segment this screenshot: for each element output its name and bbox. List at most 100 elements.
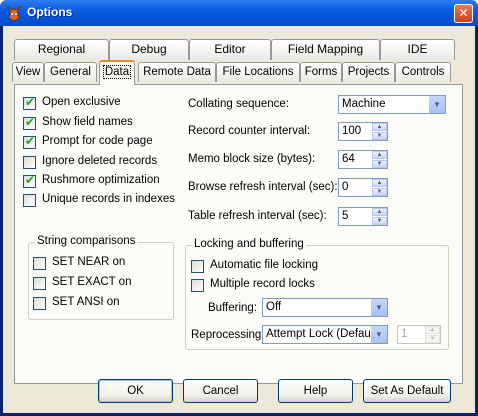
spin-down-icon[interactable]: ▼ <box>372 160 387 168</box>
close-button[interactable]: ✕ <box>454 4 473 23</box>
tab-view[interactable]: View <box>12 62 44 82</box>
checkbox-label: Unique records in indexes <box>42 193 175 205</box>
reprocessing-label: Reprocessing: <box>191 329 265 341</box>
reprocessing-select[interactable]: Attempt Lock (Default) ▼ <box>262 325 388 344</box>
spin-down-icon[interactable]: ▼ <box>372 132 387 140</box>
window-title: Options <box>27 5 73 19</box>
check-icon: ✔ <box>25 134 36 148</box>
record-counter-label: Record counter interval: <box>188 125 311 137</box>
select-value: Attempt Lock (Default) <box>266 328 370 340</box>
group-title: String comparisons <box>35 235 138 247</box>
chevron-down-icon[interactable]: ▼ <box>428 96 445 113</box>
spinner-value[interactable]: 0 <box>342 181 348 193</box>
table-refresh-spinner[interactable]: 5 ▲ ▼ <box>338 207 388 226</box>
spin-down-icon[interactable]: ▼ <box>372 188 387 196</box>
options-window: Options ✕ Regional Debug Editor Field Ma… <box>0 0 478 416</box>
chevron-down-icon[interactable]: ▼ <box>370 326 387 343</box>
checkbox-label: Prompt for code page <box>42 135 153 147</box>
tab-label: Regional <box>37 42 86 56</box>
checkbox-label: Multiple record locks <box>210 278 315 290</box>
tab-forms[interactable]: Forms <box>300 62 342 82</box>
tab-debug[interactable]: Debug <box>109 39 189 60</box>
tab-general[interactable]: General <box>44 62 97 82</box>
checkbox-label: Ignore deleted records <box>42 155 158 167</box>
spinner-value[interactable]: 5 <box>342 210 348 222</box>
memo-block-label: Memo block size (bytes): <box>188 153 316 165</box>
locking-buffering-group: Locking and buffering Automatic file loc… <box>185 238 449 350</box>
tab-label: Data <box>102 65 132 79</box>
tab-label: File Locations <box>222 66 294 78</box>
string-comparisons-group: String comparisons SET NEAR on SET EXACT… <box>28 235 174 320</box>
tab-data[interactable]: Data <box>99 60 135 85</box>
tab-label: Field Mapping <box>287 42 364 56</box>
check-icon: ✔ <box>25 173 36 187</box>
tab-label: Projects <box>347 66 390 78</box>
checkbox-box[interactable]: ✔ <box>23 95 36 110</box>
tab-field-mapping[interactable]: Field Mapping <box>271 39 380 60</box>
tab-label: View <box>15 66 41 78</box>
tab-label: IDE <box>407 42 428 56</box>
checkbox-label: SET ANSI on <box>52 296 120 308</box>
title-bar[interactable]: Options ✕ <box>0 0 478 26</box>
browse-refresh-spinner[interactable]: 0 ▲ ▼ <box>338 178 388 197</box>
group-title: Locking and buffering <box>192 238 306 250</box>
spin-up-icon: ▲ <box>425 326 440 334</box>
checkbox-label: SET EXACT on <box>52 276 132 288</box>
tab-label: Remote Data <box>143 66 211 78</box>
close-icon: ✕ <box>458 6 469 20</box>
tab-projects[interactable]: Projects <box>342 62 395 82</box>
cancel-button[interactable]: Cancel <box>183 379 258 403</box>
spin-up-icon[interactable]: ▲ <box>372 208 387 216</box>
tab-label: Forms <box>304 66 338 78</box>
checkbox-box[interactable] <box>33 277 46 290</box>
checkbox-box[interactable]: ✔ <box>23 115 36 130</box>
checkbox-box[interactable]: ✔ <box>23 134 36 149</box>
spin-down-icon: ▼ <box>425 335 440 343</box>
record-counter-spinner[interactable]: 100 ▲ ▼ <box>338 122 388 141</box>
memo-block-spinner[interactable]: 64 ▲ ▼ <box>338 150 388 169</box>
spinner-value[interactable]: 64 <box>342 153 355 165</box>
checkbox-label: Automatic file locking <box>210 259 319 271</box>
tab-label: General <box>50 66 91 78</box>
chevron-down-icon[interactable]: ▼ <box>370 299 387 316</box>
checkbox-label: Rushmore optimization <box>42 174 160 186</box>
spin-up-icon[interactable]: ▲ <box>372 179 387 187</box>
spinner-value[interactable]: 100 <box>342 125 361 137</box>
fox-app-icon <box>6 5 22 22</box>
tab-controls[interactable]: Controls <box>395 62 451 82</box>
buffering-label: Buffering: <box>208 302 258 314</box>
checkbox-box[interactable] <box>23 194 36 207</box>
checkbox-box[interactable]: ✔ <box>23 173 36 188</box>
tab-label: Debug <box>131 42 167 56</box>
checkbox-box[interactable] <box>191 279 204 292</box>
help-button[interactable]: Help <box>278 379 353 403</box>
collating-select[interactable]: Machine ▼ <box>338 95 446 114</box>
checkbox-label: Open exclusive <box>42 96 121 108</box>
collating-label: Collating sequence: <box>188 98 290 110</box>
checkbox-box[interactable] <box>33 257 46 270</box>
checkbox-box[interactable] <box>191 260 204 273</box>
tab-editor[interactable]: Editor <box>189 39 271 60</box>
spin-down-icon[interactable]: ▼ <box>372 217 387 225</box>
ok-button[interactable]: OK <box>98 379 173 403</box>
tab-label: Controls <box>401 66 445 78</box>
tab-ide[interactable]: IDE <box>380 39 455 60</box>
spin-up-icon[interactable]: ▲ <box>372 123 387 131</box>
tab-label: Editor <box>214 42 246 56</box>
checkbox-box[interactable] <box>33 297 46 310</box>
reprocessing-count-spinner: 1 ▲ ▼ <box>397 325 441 344</box>
dialog-client: Regional Debug Editor Field Mapping IDE … <box>3 26 475 413</box>
buffering-select[interactable]: Off ▼ <box>262 298 388 317</box>
tab-remote-data[interactable]: Remote Data <box>138 62 216 82</box>
set-as-default-button[interactable]: Set As Default <box>363 379 451 403</box>
table-refresh-label: Table refresh interval (sec): <box>188 210 327 222</box>
button-label: Help <box>303 385 328 397</box>
checkbox-label: SET NEAR on <box>52 256 126 268</box>
spin-up-icon[interactable]: ▲ <box>372 151 387 159</box>
tab-regional[interactable]: Regional <box>14 39 109 60</box>
checkbox-label: Show field names <box>42 116 133 128</box>
select-value: Off <box>266 301 282 313</box>
checkbox-box[interactable] <box>23 156 36 169</box>
button-label: Cancel <box>202 385 239 397</box>
tab-file-locations[interactable]: File Locations <box>216 62 300 82</box>
